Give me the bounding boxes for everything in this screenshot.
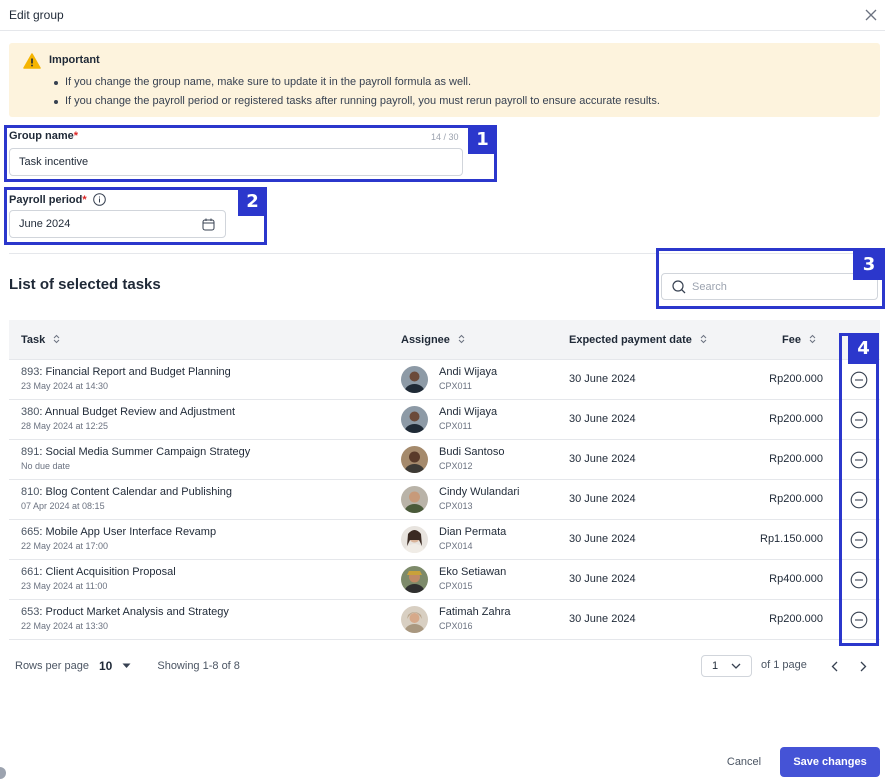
tasks-section-title: List of selected tasks — [9, 276, 161, 293]
assignee-name: Andi Wijaya — [439, 406, 498, 418]
assignee-code: CPX012 — [439, 461, 473, 471]
table-row: 810: Blog Content Calendar and Publishin… — [9, 480, 880, 520]
avatar — [401, 526, 428, 553]
alert-item: If you change the payroll period or regi… — [52, 92, 660, 111]
table-row: 893: Financial Report and Budget Plannin… — [9, 360, 880, 400]
task-due-date: 23 May 2024 at 11:00 — [21, 581, 108, 591]
annotation-badge-3: 3 — [853, 248, 885, 280]
fee: Rp200.000 — [769, 613, 823, 625]
avatar — [401, 486, 428, 513]
page-count: of 1 page — [761, 659, 807, 671]
table-row: 891: Social Media Summer Campaign Strate… — [9, 440, 880, 480]
annotation-box-4 — [839, 333, 879, 646]
annotation-box-2 — [4, 187, 267, 245]
chevron-right-icon[interactable] — [856, 659, 870, 673]
annotation-badge-4: 4 — [848, 333, 879, 364]
expected-payment-date: 30 June 2024 — [569, 493, 636, 505]
cancel-button[interactable]: Cancel — [716, 748, 772, 776]
dialog-header: Edit group — [0, 0, 885, 31]
close-icon[interactable] — [862, 6, 880, 24]
expected-payment-date: 30 June 2024 — [569, 533, 636, 545]
table-row: 380: Annual Budget Review and Adjustment… — [9, 400, 880, 440]
task-title: 893: Financial Report and Budget Plannin… — [21, 366, 231, 378]
annotation-badge-2: 2 — [238, 187, 267, 216]
expected-payment-date: 30 June 2024 — [569, 573, 636, 585]
column-header-task[interactable]: Task — [21, 320, 60, 360]
annotation-box-1 — [4, 125, 497, 182]
table-row: 661: Client Acquisition Proposal 23 May … — [9, 560, 880, 600]
rows-per-page-select[interactable]: 10 — [99, 659, 131, 673]
caret-down-icon — [122, 663, 131, 669]
showing-count: Showing 1-8 of 8 — [157, 660, 240, 672]
warning-icon — [23, 53, 41, 74]
assignee-name: Fatimah Zahra — [439, 606, 511, 618]
avatar — [401, 566, 428, 593]
save-changes-button[interactable]: Save changes — [780, 747, 880, 777]
annotation-box-3 — [656, 248, 885, 309]
alert-list: If you change the group name, make sure … — [52, 73, 660, 111]
fee: Rp200.000 — [769, 453, 823, 465]
expected-payment-date: 30 June 2024 — [569, 373, 636, 385]
task-title: 810: Blog Content Calendar and Publishin… — [21, 486, 233, 498]
fee: Rp400.000 — [769, 573, 823, 585]
sort-icon — [458, 334, 465, 347]
avatar — [401, 606, 428, 633]
important-alert: Important If you change the group name, … — [9, 43, 880, 117]
pagination-summary: Rows per page 10 Showing 1-8 of 8 — [15, 659, 240, 673]
avatar — [401, 446, 428, 473]
expected-payment-date: 30 June 2024 — [569, 413, 636, 425]
sort-icon — [700, 334, 707, 347]
annotation-badge-1: 1 — [468, 125, 497, 154]
task-due-date: 22 May 2024 at 13:30 — [21, 621, 109, 631]
table-header: Task Assignee Expected payment date Fee — [9, 320, 880, 360]
task-title: 665: Mobile App User Interface Revamp — [21, 526, 217, 538]
task-due-date: 28 May 2024 at 12:25 — [21, 421, 109, 431]
task-title: 891: Social Media Summer Campaign Strate… — [21, 446, 251, 458]
task-due-date: 23 May 2024 at 14:30 — [21, 381, 109, 391]
task-due-date: No due date — [21, 461, 71, 471]
alert-item: If you change the group name, make sure … — [52, 73, 660, 92]
assignee-name: Eko Setiawan — [439, 566, 507, 578]
fee: Rp200.000 — [769, 413, 823, 425]
table-row: 665: Mobile App User Interface Revamp 22… — [9, 520, 880, 560]
chevron-left-icon[interactable] — [827, 659, 841, 673]
page-select[interactable]: 1 — [701, 655, 752, 677]
task-due-date: 22 May 2024 at 17:00 — [21, 541, 109, 551]
sort-icon — [53, 334, 60, 347]
column-header-assignee[interactable]: Assignee — [401, 320, 465, 360]
task-due-date: 07 Apr 2024 at 08:15 — [21, 501, 105, 511]
assignee-name: Dian Permata — [439, 526, 507, 538]
column-header-payment-date[interactable]: Expected payment date — [569, 320, 707, 360]
column-header-fee[interactable]: Fee — [782, 320, 816, 360]
sort-icon — [809, 334, 816, 347]
fee: Rp1.150.000 — [760, 533, 823, 545]
corner-indicator — [0, 767, 6, 779]
assignee-code: CPX015 — [439, 581, 473, 591]
task-title: 653: Product Market Analysis and Strateg… — [21, 606, 229, 618]
table-row: 653: Product Market Analysis and Strateg… — [9, 600, 880, 640]
expected-payment-date: 30 June 2024 — [569, 453, 636, 465]
assignee-code: CPX016 — [439, 621, 473, 631]
chevron-down-icon — [731, 661, 741, 673]
assignee-code: CPX013 — [439, 501, 473, 511]
avatar — [401, 366, 428, 393]
dialog-title: Edit group — [9, 8, 64, 22]
assignee-code: CPX011 — [439, 381, 472, 391]
rows-per-page-label: Rows per page — [15, 660, 89, 672]
assignee-name: Andi Wijaya — [439, 366, 498, 378]
avatar — [401, 406, 428, 433]
task-title: 661: Client Acquisition Proposal — [21, 566, 176, 578]
fee: Rp200.000 — [769, 373, 823, 385]
assignee-name: Cindy Wulandari — [439, 486, 520, 498]
assignee-code: CPX014 — [439, 541, 473, 551]
assignee-code: CPX011 — [439, 421, 472, 431]
fee: Rp200.000 — [769, 493, 823, 505]
task-title: 380: Annual Budget Review and Adjustment — [21, 406, 236, 418]
alert-title: Important — [49, 54, 100, 66]
expected-payment-date: 30 June 2024 — [569, 613, 636, 625]
assignee-name: Budi Santoso — [439, 446, 505, 458]
